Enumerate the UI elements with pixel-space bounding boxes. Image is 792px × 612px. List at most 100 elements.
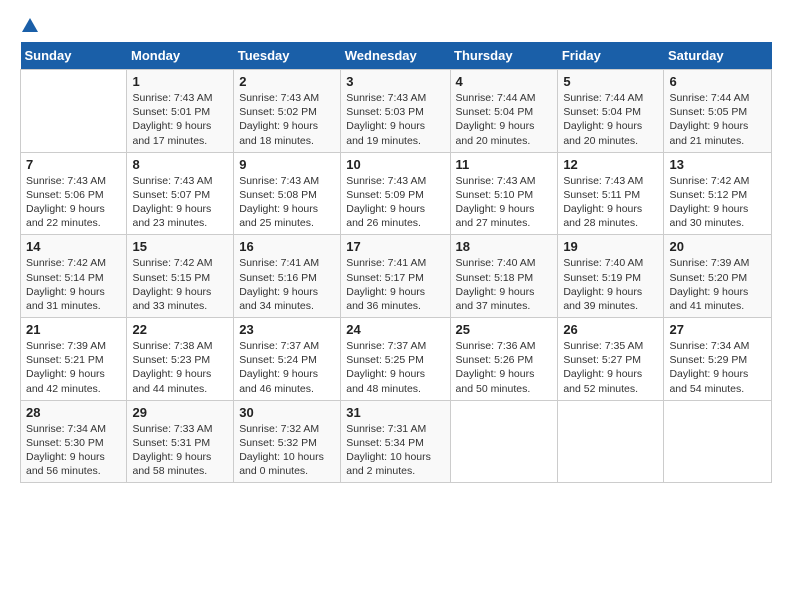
- day-cell: 3 Sunrise: 7:43 AM Sunset: 5:03 PM Daylig…: [341, 70, 450, 153]
- day-info: Sunrise: 7:43 AM Sunset: 5:01 PM Dayligh…: [132, 91, 228, 148]
- day-number: 14: [26, 239, 121, 254]
- day-number: 31: [346, 405, 444, 420]
- day-cell: 4 Sunrise: 7:44 AM Sunset: 5:04 PM Daylig…: [450, 70, 558, 153]
- day-number: 2: [239, 74, 335, 89]
- day-info: Sunrise: 7:44 AM Sunset: 5:04 PM Dayligh…: [456, 91, 553, 148]
- header-row: [20, 16, 772, 34]
- day-cell: 27 Sunrise: 7:34 AM Sunset: 5:29 PM Dayli…: [664, 318, 772, 401]
- col-header-thursday: Thursday: [450, 42, 558, 70]
- day-cell: 11 Sunrise: 7:43 AM Sunset: 5:10 PM Dayli…: [450, 152, 558, 235]
- col-header-friday: Friday: [558, 42, 664, 70]
- day-cell: 9 Sunrise: 7:43 AM Sunset: 5:08 PM Daylig…: [234, 152, 341, 235]
- day-info: Sunrise: 7:39 AM Sunset: 5:21 PM Dayligh…: [26, 339, 121, 396]
- day-info: Sunrise: 7:43 AM Sunset: 5:07 PM Dayligh…: [132, 174, 228, 231]
- col-header-monday: Monday: [127, 42, 234, 70]
- day-cell: 2 Sunrise: 7:43 AM Sunset: 5:02 PM Daylig…: [234, 70, 341, 153]
- week-row-2: 7Sunrise: 7:43 AM Sunset: 5:06 PM Daylig…: [21, 152, 772, 235]
- day-cell: 17 Sunrise: 7:41 AM Sunset: 5:17 PM Dayli…: [341, 235, 450, 318]
- day-number: 28: [26, 405, 121, 420]
- day-number: 12: [563, 157, 658, 172]
- logo-text: [20, 16, 40, 34]
- col-header-saturday: Saturday: [664, 42, 772, 70]
- day-cell: 20 Sunrise: 7:39 AM Sunset: 5:20 PM Dayli…: [664, 235, 772, 318]
- day-info: Sunrise: 7:42 AM Sunset: 5:12 PM Dayligh…: [669, 174, 766, 231]
- day-number: 18: [456, 239, 553, 254]
- day-cell: 8 Sunrise: 7:43 AM Sunset: 5:07 PM Daylig…: [127, 152, 234, 235]
- day-number: 22: [132, 322, 228, 337]
- calendar-table: SundayMondayTuesdayWednesdayThursdayFrid…: [20, 42, 772, 483]
- day-number: 8: [132, 157, 228, 172]
- day-info: Sunrise: 7:40 AM Sunset: 5:19 PM Dayligh…: [563, 256, 658, 313]
- day-info: Sunrise: 7:43 AM Sunset: 5:06 PM Dayligh…: [26, 174, 121, 231]
- day-number: 11: [456, 157, 553, 172]
- day-info: Sunrise: 7:43 AM Sunset: 5:08 PM Dayligh…: [239, 174, 335, 231]
- day-cell: 26Sunrise: 7:35 AM Sunset: 5:27 PM Dayli…: [558, 318, 664, 401]
- day-cell: 24 Sunrise: 7:37 AM Sunset: 5:25 PM Dayli…: [341, 318, 450, 401]
- day-info: Sunrise: 7:39 AM Sunset: 5:20 PM Dayligh…: [669, 256, 766, 313]
- col-header-sunday: Sunday: [21, 42, 127, 70]
- day-cell: 12Sunrise: 7:43 AM Sunset: 5:11 PM Dayli…: [558, 152, 664, 235]
- day-number: 15: [132, 239, 228, 254]
- day-info: Sunrise: 7:38 AM Sunset: 5:23 PM Dayligh…: [132, 339, 228, 396]
- day-cell: 18 Sunrise: 7:40 AM Sunset: 5:18 PM Dayli…: [450, 235, 558, 318]
- day-cell: 7Sunrise: 7:43 AM Sunset: 5:06 PM Daylig…: [21, 152, 127, 235]
- day-number: 23: [239, 322, 335, 337]
- day-number: 4: [456, 74, 553, 89]
- day-cell: 29 Sunrise: 7:33 AM Sunset: 5:31 PM Dayli…: [127, 400, 234, 483]
- day-info: Sunrise: 7:34 AM Sunset: 5:29 PM Dayligh…: [669, 339, 766, 396]
- week-row-1: 1 Sunrise: 7:43 AM Sunset: 5:01 PM Daylig…: [21, 70, 772, 153]
- day-info: Sunrise: 7:34 AM Sunset: 5:30 PM Dayligh…: [26, 422, 121, 479]
- day-cell: 6Sunrise: 7:44 AM Sunset: 5:05 PM Daylig…: [664, 70, 772, 153]
- day-info: Sunrise: 7:43 AM Sunset: 5:09 PM Dayligh…: [346, 174, 444, 231]
- day-number: 29: [132, 405, 228, 420]
- day-cell: 23 Sunrise: 7:37 AM Sunset: 5:24 PM Dayli…: [234, 318, 341, 401]
- col-header-tuesday: Tuesday: [234, 42, 341, 70]
- day-number: 13: [669, 157, 766, 172]
- day-number: 21: [26, 322, 121, 337]
- day-info: Sunrise: 7:42 AM Sunset: 5:15 PM Dayligh…: [132, 256, 228, 313]
- day-cell: 30Sunrise: 7:32 AM Sunset: 5:32 PM Dayli…: [234, 400, 341, 483]
- day-cell: 14 Sunrise: 7:42 AM Sunset: 5:14 PM Dayli…: [21, 235, 127, 318]
- day-info: Sunrise: 7:43 AM Sunset: 5:03 PM Dayligh…: [346, 91, 444, 148]
- day-info: Sunrise: 7:43 AM Sunset: 5:02 PM Dayligh…: [239, 91, 335, 148]
- week-row-4: 21 Sunrise: 7:39 AM Sunset: 5:21 PM Dayli…: [21, 318, 772, 401]
- day-cell: 21 Sunrise: 7:39 AM Sunset: 5:21 PM Dayli…: [21, 318, 127, 401]
- day-info: Sunrise: 7:40 AM Sunset: 5:18 PM Dayligh…: [456, 256, 553, 313]
- day-number: 3: [346, 74, 444, 89]
- day-number: 24: [346, 322, 444, 337]
- day-number: 1: [132, 74, 228, 89]
- day-number: 26: [563, 322, 658, 337]
- day-cell: 1 Sunrise: 7:43 AM Sunset: 5:01 PM Daylig…: [127, 70, 234, 153]
- day-info: Sunrise: 7:42 AM Sunset: 5:14 PM Dayligh…: [26, 256, 121, 313]
- day-info: Sunrise: 7:37 AM Sunset: 5:25 PM Dayligh…: [346, 339, 444, 396]
- day-number: 5: [563, 74, 658, 89]
- day-info: Sunrise: 7:31 AM Sunset: 5:34 PM Dayligh…: [346, 422, 444, 479]
- logo-arrow-icon: [21, 16, 39, 34]
- day-number: 9: [239, 157, 335, 172]
- day-number: 25: [456, 322, 553, 337]
- day-cell: 15 Sunrise: 7:42 AM Sunset: 5:15 PM Dayli…: [127, 235, 234, 318]
- day-info: Sunrise: 7:37 AM Sunset: 5:24 PM Dayligh…: [239, 339, 335, 396]
- day-number: 19: [563, 239, 658, 254]
- week-row-5: 28 Sunrise: 7:34 AM Sunset: 5:30 PM Dayli…: [21, 400, 772, 483]
- day-info: Sunrise: 7:43 AM Sunset: 5:10 PM Dayligh…: [456, 174, 553, 231]
- day-cell: [21, 70, 127, 153]
- day-number: 17: [346, 239, 444, 254]
- day-number: 27: [669, 322, 766, 337]
- day-cell: [558, 400, 664, 483]
- day-number: 20: [669, 239, 766, 254]
- day-cell: 13 Sunrise: 7:42 AM Sunset: 5:12 PM Dayli…: [664, 152, 772, 235]
- day-number: 10: [346, 157, 444, 172]
- header-row-days: SundayMondayTuesdayWednesdayThursdayFrid…: [21, 42, 772, 70]
- col-header-wednesday: Wednesday: [341, 42, 450, 70]
- day-number: 16: [239, 239, 335, 254]
- day-cell: 19 Sunrise: 7:40 AM Sunset: 5:19 PM Dayli…: [558, 235, 664, 318]
- day-cell: 5Sunrise: 7:44 AM Sunset: 5:04 PM Daylig…: [558, 70, 664, 153]
- day-info: Sunrise: 7:33 AM Sunset: 5:31 PM Dayligh…: [132, 422, 228, 479]
- day-cell: 25 Sunrise: 7:36 AM Sunset: 5:26 PM Dayli…: [450, 318, 558, 401]
- day-info: Sunrise: 7:41 AM Sunset: 5:17 PM Dayligh…: [346, 256, 444, 313]
- day-info: Sunrise: 7:41 AM Sunset: 5:16 PM Dayligh…: [239, 256, 335, 313]
- day-info: Sunrise: 7:36 AM Sunset: 5:26 PM Dayligh…: [456, 339, 553, 396]
- day-cell: [450, 400, 558, 483]
- day-info: Sunrise: 7:32 AM Sunset: 5:32 PM Dayligh…: [239, 422, 335, 479]
